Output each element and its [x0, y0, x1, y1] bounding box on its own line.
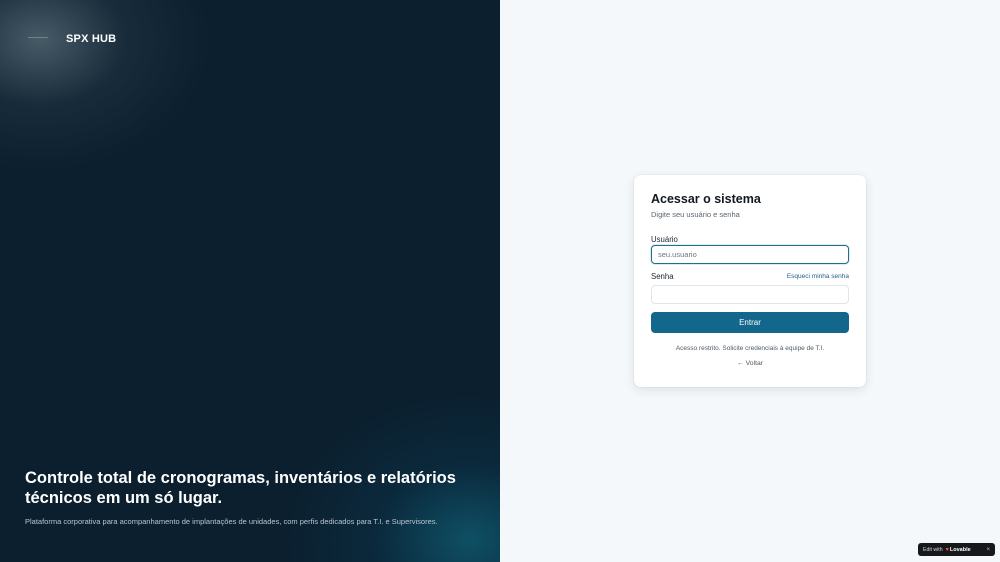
- login-subtitle: Digite seu usuário e senha: [651, 210, 740, 219]
- hero-headline: Controle total de cronogramas, inventári…: [25, 469, 456, 507]
- login-card: Acessar o sistema Digite seu usuário e s…: [634, 175, 866, 387]
- logo-icon: [28, 31, 48, 47]
- badge-brand-label: Lovable: [949, 546, 971, 553]
- password-input[interactable]: [651, 285, 849, 304]
- login-title: Acessar o sistema: [651, 192, 761, 206]
- login-button[interactable]: Entrar: [651, 312, 849, 333]
- heart-icon: ♥: [945, 546, 949, 553]
- back-link[interactable]: ← Voltar: [634, 360, 866, 367]
- edit-with-lovable-badge[interactable]: Edit with ♥ Lovable ×: [918, 543, 995, 556]
- hero-panel: SPX HUB Controle total de cronogramas, i…: [0, 0, 500, 562]
- close-icon[interactable]: ×: [986, 547, 990, 553]
- forgot-password-link[interactable]: Esqueci minha senha: [787, 273, 849, 280]
- password-label: Senha: [651, 272, 674, 281]
- username-label: Usuário: [651, 235, 678, 244]
- badge-edit-label: Edit with: [923, 546, 943, 553]
- hero-description: Plataforma corporativa para acompanhamen…: [25, 517, 438, 526]
- brand: SPX HUB: [28, 31, 116, 47]
- username-input[interactable]: [651, 245, 849, 264]
- brand-name: SPX HUB: [66, 33, 117, 45]
- restricted-access-note: Acesso restrito. Solicite credenciais à …: [675, 345, 825, 352]
